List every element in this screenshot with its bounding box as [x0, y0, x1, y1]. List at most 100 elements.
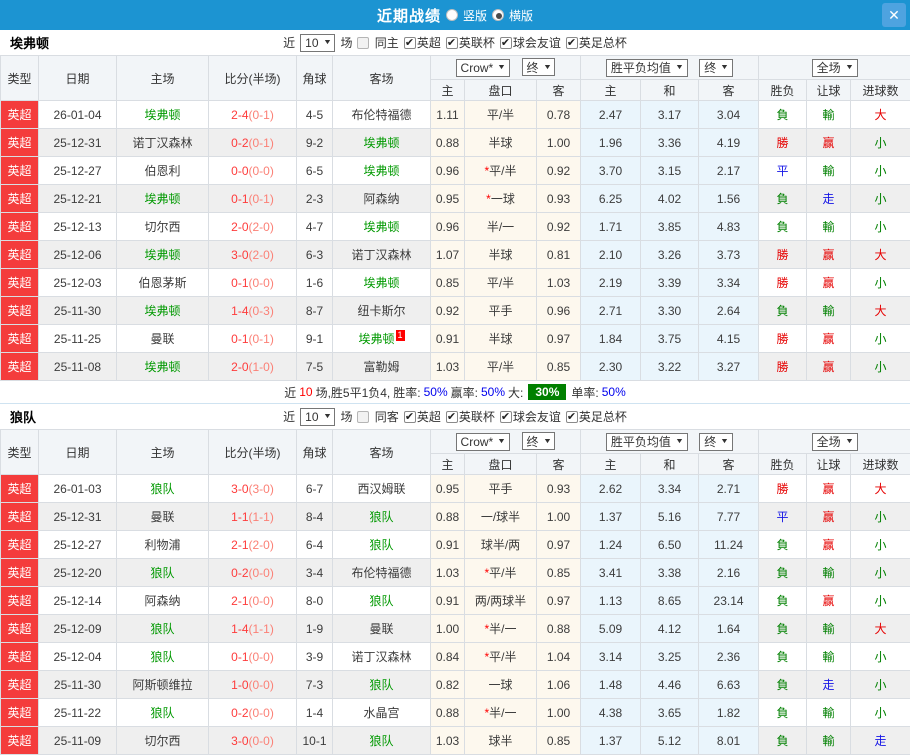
cell-goals-result: 小	[851, 699, 910, 727]
cell-result: 勝	[759, 269, 807, 297]
cell-handicap: 平手	[465, 475, 537, 503]
col-date: 日期	[39, 430, 117, 475]
cell-goals-result: 小	[851, 129, 910, 157]
cell-handicap-result: 走	[807, 671, 851, 699]
avg-final-select[interactable]: 终▼	[699, 433, 733, 451]
cell-avg-draw: 5.16	[641, 503, 699, 531]
away-team-name: 狼队	[369, 538, 393, 552]
cell-avg-away: 1.64	[699, 615, 759, 643]
cell-result: 勝	[759, 353, 807, 381]
checkbox-league-epl[interactable]	[404, 37, 416, 49]
sub-goals: 进球数	[851, 454, 910, 475]
cell-result: 負	[759, 101, 807, 129]
cell-avg-home: 1.84	[581, 325, 641, 353]
cell-avg-away: 3.73	[699, 241, 759, 269]
checkbox-league-club-friendly[interactable]	[500, 37, 512, 49]
near-label: 近	[283, 408, 295, 425]
cell-odd-home: 1.11	[431, 101, 465, 129]
cell-avg-away: 3.34	[699, 269, 759, 297]
match-count-select[interactable]: 10▼	[300, 34, 335, 52]
odds-final-select[interactable]: 终▼	[522, 58, 556, 76]
checkbox-league-league-cup[interactable]	[446, 411, 458, 423]
cell-avg-draw: 3.34	[641, 475, 699, 503]
radio-horizontal-layout[interactable]	[492, 9, 504, 21]
cell-avg-away: 2.36	[699, 643, 759, 671]
home-team-name: 埃弗顿	[144, 192, 180, 206]
checkbox-league-epl[interactable]	[404, 411, 416, 423]
cell-odd-away: 0.97	[537, 325, 581, 353]
cell-odd-away: 0.78	[537, 101, 581, 129]
cell-league: 英超	[1, 353, 39, 381]
radio-horizontal-label[interactable]: 横版	[509, 7, 533, 24]
checkbox-league-fa-cup[interactable]	[566, 411, 578, 423]
cell-avg-draw: 3.26	[641, 241, 699, 269]
chevron-down-icon: ▼	[675, 438, 684, 445]
avg-group-header: 胜平负均值▼ 终▼	[581, 56, 759, 80]
cell-avg-away: 3.04	[699, 101, 759, 129]
chevron-down-icon: ▼	[497, 64, 506, 71]
cell-avg-draw: 8.65	[641, 587, 699, 615]
full-time-score: 3-0	[231, 734, 248, 748]
full-time-score: 0-0	[231, 164, 248, 178]
scope-select[interactable]: 全场▼	[812, 59, 858, 77]
radio-vertical-layout[interactable]	[446, 9, 458, 21]
cell-avg-home: 5.09	[581, 615, 641, 643]
full-time-score: 0-1	[231, 276, 248, 290]
half-time-score: (0-1)	[249, 136, 274, 150]
checkbox-league-fa-cup[interactable]	[566, 37, 578, 49]
full-time-score: 0-2	[231, 136, 248, 150]
full-time-score: 1-4	[231, 304, 248, 318]
cell-odd-home: 0.92	[431, 297, 465, 325]
avg-final-select[interactable]: 终▼	[699, 59, 733, 77]
close-button[interactable]: ✕	[882, 3, 906, 27]
cell-home: 切尔西	[117, 213, 209, 241]
cell-result: 負	[759, 297, 807, 325]
cell-league: 英超	[1, 129, 39, 157]
full-time-score: 0-1	[231, 332, 248, 346]
avg-select[interactable]: 胜平负均值▼	[606, 433, 688, 451]
full-time-score: 0-2	[231, 566, 248, 580]
cell-result: 平	[759, 157, 807, 185]
checkbox-same-home[interactable]	[357, 37, 369, 49]
full-time-score: 3-0	[231, 482, 248, 496]
full-time-score: 2-0	[231, 220, 248, 234]
away-team-badge: 1	[396, 330, 405, 341]
away-team-name: 埃弗顿	[363, 220, 399, 234]
cell-corner: 1-9	[297, 615, 333, 643]
odds-final-select[interactable]: 终▼	[522, 432, 556, 450]
odds-company-select[interactable]: Crow*▼	[456, 433, 511, 451]
cell-result: 負	[759, 213, 807, 241]
checkbox-same-away[interactable]	[357, 411, 369, 423]
table-row: 英超 25-11-30 埃弗顿 1-4(0-3) 8-7 纽卡斯尔 0.92 平…	[1, 297, 910, 325]
match-count-select[interactable]: 10▼	[300, 408, 335, 426]
cell-avg-home: 6.25	[581, 185, 641, 213]
checkbox-league-league-cup[interactable]	[446, 37, 458, 49]
odds-company-select[interactable]: Crow*▼	[456, 59, 511, 77]
home-team-name: 切尔西	[144, 734, 180, 748]
cell-odd-away: 0.81	[537, 241, 581, 269]
cell-home: 切尔西	[117, 727, 209, 755]
cell-odd-away: 0.96	[537, 297, 581, 325]
avg-select[interactable]: 胜平负均值▼	[606, 59, 688, 77]
cell-date: 25-12-27	[39, 157, 117, 185]
scope-select[interactable]: 全场▼	[812, 433, 858, 451]
cell-odd-away: 0.97	[537, 587, 581, 615]
cell-odd-home: 0.95	[431, 475, 465, 503]
cell-date: 25-11-30	[39, 671, 117, 699]
table-row: 英超 25-11-22 狼队 0-2(0-0) 1-4 水晶宫 0.88 *半/…	[1, 699, 910, 727]
sub-handicap-result: 让球	[807, 80, 851, 101]
league-epl-label: 英超	[417, 408, 441, 425]
cell-league: 英超	[1, 185, 39, 213]
table-row: 英超 25-11-30 阿斯顿维拉 1-0(0-0) 7-3 狼队 0.82 一…	[1, 671, 910, 699]
cell-odd-home: 0.95	[431, 185, 465, 213]
cell-avg-away: 4.19	[699, 129, 759, 157]
cell-odd-away: 0.92	[537, 213, 581, 241]
radio-vertical-label[interactable]: 竖版	[463, 7, 487, 24]
half-time-score: (0-1)	[249, 192, 274, 206]
cell-league: 英超	[1, 475, 39, 503]
cell-handicap: *平/半	[465, 157, 537, 185]
cell-corner: 7-3	[297, 671, 333, 699]
cell-avg-home: 1.24	[581, 531, 641, 559]
checkbox-league-club-friendly[interactable]	[500, 411, 512, 423]
cell-avg-draw: 3.17	[641, 101, 699, 129]
